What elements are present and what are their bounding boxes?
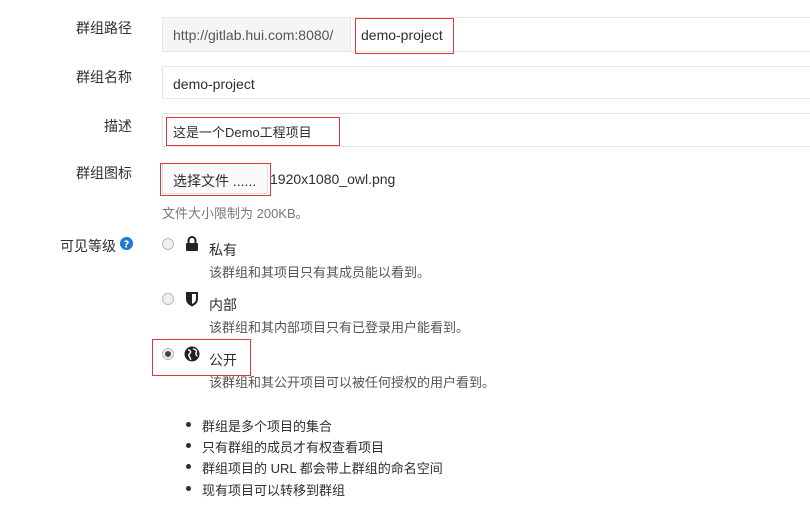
group-name-label: 群组名称 — [76, 69, 132, 85]
option-public-desc: 该群组和其公开项目可以被任何授权的用户看到。 — [209, 375, 496, 390]
list-bullet — [186, 443, 191, 448]
option-private-title: 私有 — [209, 242, 237, 258]
visibility-label: 可见等级 — [60, 238, 116, 254]
url-prefix: http://gitlab.hui.com:8080/ — [162, 17, 350, 52]
question-circle-icon[interactable]: ? — [120, 237, 133, 253]
lock-icon — [185, 236, 199, 255]
globe-icon — [184, 346, 200, 365]
radio-private[interactable] — [162, 238, 174, 250]
radio-public[interactable] — [162, 348, 174, 360]
note-item: 群组是多个项目的集合 — [202, 419, 333, 434]
list-bullet — [186, 486, 191, 491]
option-internal-title: 内部 — [209, 297, 237, 313]
note-item: 只有群组的成员才有权查看项目 — [202, 440, 385, 455]
group-avatar-label: 群组图标 — [76, 165, 132, 181]
list-bullet — [186, 422, 191, 427]
group-name-value: demo-project — [173, 76, 255, 92]
option-internal-desc: 该群组和其内部项目只有已登录用户能看到。 — [209, 320, 470, 335]
choose-file-label: 选择文件 ...... — [173, 173, 257, 189]
file-size-hint: 文件大小限制为 200KB。 — [162, 206, 309, 221]
svg-text:?: ? — [124, 239, 130, 250]
file-name: 1920x1080_owl.png — [270, 171, 396, 187]
note-item: 现有项目可以转移到群组 — [202, 483, 346, 498]
description-value: 这是一个Demo工程项目 — [173, 125, 312, 140]
option-private-desc: 该群组和其项目只有其成员能以看到。 — [209, 265, 431, 280]
option-public-title: 公开 — [209, 352, 237, 368]
group-path-label: 群组路径 — [76, 20, 132, 36]
group-name-input[interactable] — [162, 66, 810, 99]
shield-icon — [185, 291, 199, 310]
list-bullet — [186, 464, 191, 469]
note-item: 群组项目的 URL 都会带上群组的命名空间 — [202, 461, 443, 476]
description-label: 描述 — [104, 118, 132, 134]
group-path-value: demo-project — [361, 27, 443, 43]
radio-internal[interactable] — [162, 293, 174, 305]
